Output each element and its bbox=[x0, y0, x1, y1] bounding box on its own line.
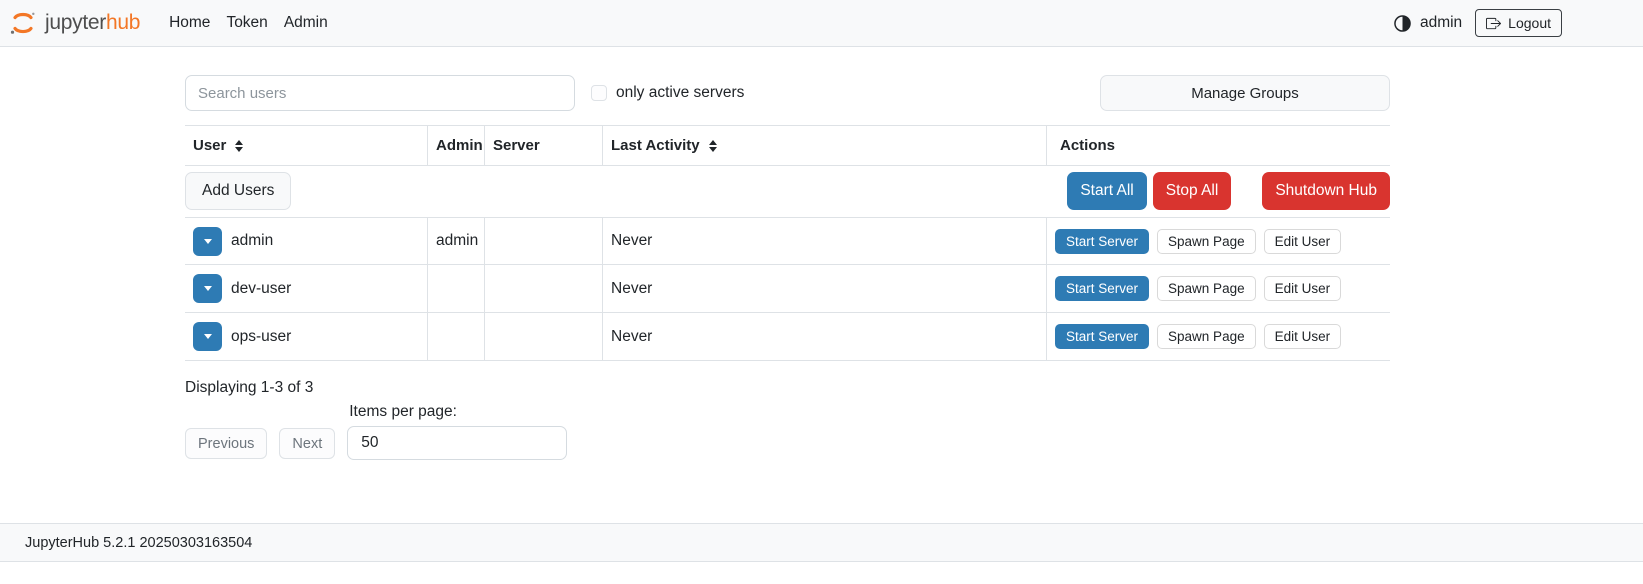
start-all-button[interactable]: Start All bbox=[1067, 172, 1146, 210]
actions-cell: Start Server Spawn Page Edit User bbox=[1047, 313, 1390, 360]
header-admin-label: Admin bbox=[436, 137, 483, 154]
stop-all-button[interactable]: Stop All bbox=[1153, 172, 1232, 210]
sort-icon bbox=[709, 140, 717, 152]
shutdown-hub-button[interactable]: Shutdown Hub bbox=[1262, 172, 1390, 210]
add-users-button[interactable]: Add Users bbox=[185, 172, 291, 210]
admin-cell: admin bbox=[428, 218, 485, 264]
previous-button[interactable]: Previous bbox=[185, 428, 267, 459]
table-row: admin admin Never Start Server Spawn Pag… bbox=[185, 217, 1390, 265]
caret-down-icon bbox=[204, 334, 212, 339]
table-row: dev-user Never Start Server Spawn Page E… bbox=[185, 265, 1390, 313]
actions-cell: Start Server Spawn Page Edit User bbox=[1047, 218, 1390, 264]
table-body: admin admin Never Start Server Spawn Pag… bbox=[185, 217, 1390, 361]
user-cell: dev-user bbox=[185, 265, 428, 312]
users-table: User Admin Server Last Activity Actions … bbox=[185, 125, 1390, 361]
bulk-actions: Start All Stop All Shutdown Hub bbox=[1067, 172, 1390, 210]
navbar-right: admin Logout bbox=[1394, 9, 1562, 37]
spawn-page-button[interactable]: Spawn Page bbox=[1157, 276, 1256, 301]
logout-label: Logout bbox=[1508, 15, 1551, 31]
logout-button[interactable]: Logout bbox=[1475, 9, 1562, 37]
last-activity-cell: Never bbox=[603, 313, 1047, 360]
items-per-page-label: Items per page: bbox=[349, 403, 567, 421]
header-last-activity[interactable]: Last Activity bbox=[603, 126, 1047, 165]
jupyter-logo-icon bbox=[8, 8, 38, 38]
brand-text: jupyterhub bbox=[45, 11, 140, 35]
nav-link-token[interactable]: Token bbox=[218, 14, 275, 32]
nav-link-admin[interactable]: Admin bbox=[276, 14, 336, 32]
spawn-page-button[interactable]: Spawn Page bbox=[1157, 229, 1256, 254]
only-active-label: only active servers bbox=[616, 84, 744, 102]
items-per-page-input[interactable] bbox=[347, 426, 567, 460]
user-cell: ops-user bbox=[185, 313, 428, 360]
header-user[interactable]: User bbox=[185, 126, 428, 165]
start-server-button[interactable]: Start Server bbox=[1055, 324, 1149, 349]
row-dropdown-toggle[interactable] bbox=[193, 227, 222, 256]
admin-cell bbox=[428, 313, 485, 360]
username: admin bbox=[231, 232, 273, 250]
admin-panel: only active servers Manage Groups User A… bbox=[185, 75, 1390, 460]
nav-link-home[interactable]: Home bbox=[161, 14, 218, 32]
caret-down-icon bbox=[204, 286, 212, 291]
header-actions: Actions bbox=[1047, 126, 1390, 165]
manage-groups-button[interactable]: Manage Groups bbox=[1100, 75, 1390, 111]
caret-down-icon bbox=[204, 239, 212, 244]
nav-links: Home Token Admin bbox=[161, 14, 336, 32]
edit-user-button[interactable]: Edit User bbox=[1264, 229, 1342, 254]
sort-icon bbox=[235, 140, 243, 152]
actions-cell: Start Server Spawn Page Edit User bbox=[1047, 265, 1390, 312]
last-activity-value: Never bbox=[611, 328, 652, 346]
pagination-summary: Displaying 1-3 of 3 bbox=[185, 379, 1390, 397]
footer: JupyterHub 5.2.1 20250303163504 bbox=[0, 523, 1643, 562]
server-cell bbox=[485, 265, 603, 312]
start-server-button[interactable]: Start Server bbox=[1055, 276, 1149, 301]
username: dev-user bbox=[231, 280, 291, 298]
admin-cell bbox=[428, 265, 485, 312]
last-activity-value: Never bbox=[611, 280, 652, 298]
table-row: ops-user Never Start Server Spawn Page E… bbox=[185, 313, 1390, 361]
logout-icon bbox=[1486, 16, 1501, 31]
header-admin: Admin bbox=[428, 126, 485, 165]
theme-toggle-icon[interactable] bbox=[1394, 15, 1411, 32]
version-text: JupyterHub 5.2.1 20250303163504 bbox=[25, 535, 252, 551]
header-actions-label: Actions bbox=[1060, 137, 1115, 154]
row-dropdown-toggle[interactable] bbox=[193, 274, 222, 303]
pagination-controls: Previous Next Items per page: bbox=[185, 403, 1390, 460]
toolbar: only active servers Manage Groups bbox=[185, 75, 1390, 111]
user-cell: admin bbox=[185, 218, 428, 264]
last-activity-cell: Never bbox=[603, 265, 1047, 312]
admin-flag: admin bbox=[436, 232, 478, 250]
current-user-label: admin bbox=[1420, 14, 1462, 32]
row-dropdown-toggle[interactable] bbox=[193, 322, 222, 351]
last-activity-cell: Never bbox=[603, 218, 1047, 264]
server-cell bbox=[485, 218, 603, 264]
next-button[interactable]: Next bbox=[279, 428, 335, 459]
last-activity-value: Never bbox=[611, 232, 652, 250]
header-last-activity-label: Last Activity bbox=[611, 137, 700, 154]
table-header-row: User Admin Server Last Activity Actions bbox=[185, 125, 1390, 166]
header-server: Server bbox=[485, 126, 603, 165]
search-input[interactable] bbox=[185, 75, 575, 111]
username: ops-user bbox=[231, 328, 291, 346]
start-server-button[interactable]: Start Server bbox=[1055, 229, 1149, 254]
header-server-label: Server bbox=[493, 137, 540, 154]
only-active-checkbox[interactable] bbox=[591, 85, 607, 101]
jupyterhub-brand[interactable]: jupyterhub bbox=[8, 8, 140, 38]
spawn-page-button[interactable]: Spawn Page bbox=[1157, 324, 1256, 349]
items-per-page: Items per page: bbox=[347, 403, 567, 460]
header-user-label: User bbox=[193, 137, 226, 154]
server-cell bbox=[485, 313, 603, 360]
edit-user-button[interactable]: Edit User bbox=[1264, 276, 1342, 301]
edit-user-button[interactable]: Edit User bbox=[1264, 324, 1342, 349]
navbar: jupyterhub Home Token Admin admin Logout bbox=[0, 0, 1643, 47]
table-controls-row: Add Users Start All Stop All Shutdown Hu… bbox=[185, 166, 1390, 217]
